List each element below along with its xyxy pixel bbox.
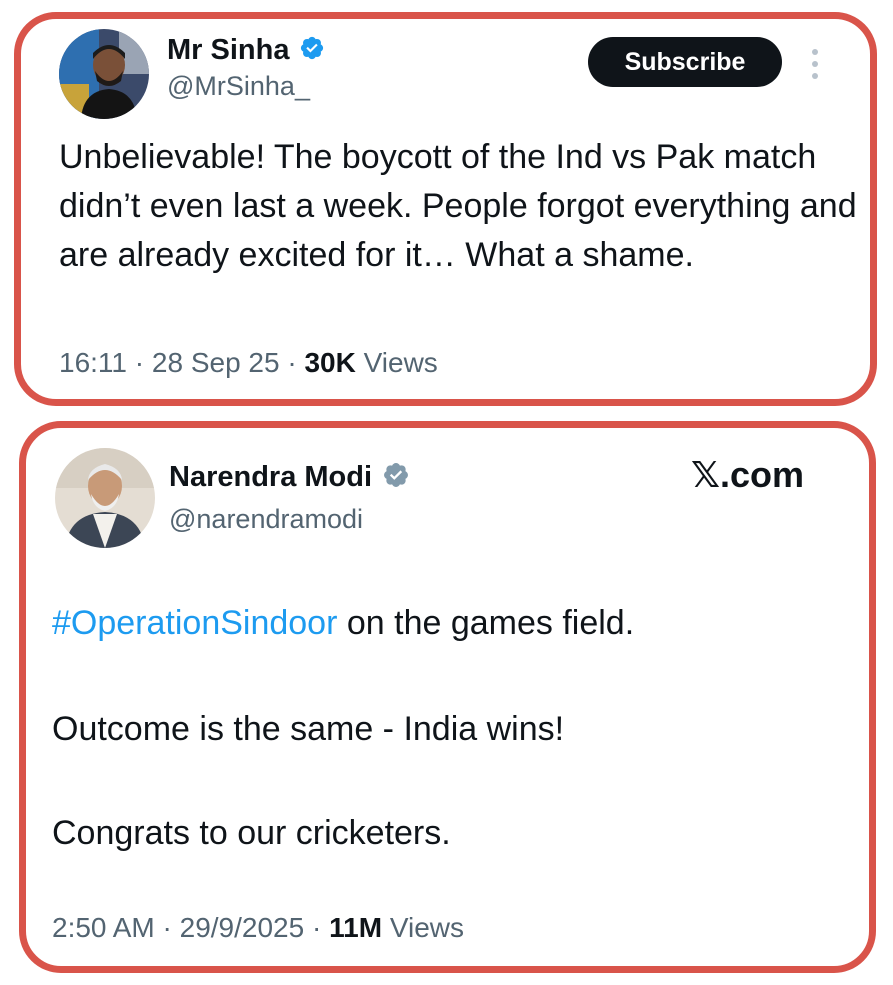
author-name[interactable]: Mr Sinha — [167, 34, 289, 67]
meta-separator: · — [134, 347, 152, 378]
more-options-icon[interactable] — [811, 47, 819, 81]
meta-separator: · — [287, 347, 305, 378]
verified-badge-icon — [382, 461, 410, 494]
tweet-line-2: Outcome is the same - India wins! — [52, 710, 565, 748]
tweet-meta: 2:50 AM · 29/9/2025 · 11M Views — [52, 912, 464, 944]
tweet-card-narendra-modi[interactable]: Narendra Modi @narendramodi 𝕏.com #Opera… — [19, 421, 876, 973]
avatar-mr-sinha[interactable] — [59, 29, 149, 119]
verified-badge-icon — [299, 35, 325, 66]
tweet-line-1-text: on the games field. — [337, 604, 635, 642]
views-label: Views — [363, 347, 438, 378]
meta-separator: · — [162, 912, 180, 943]
tweet-text: Unbelievable! The boycott of the Ind vs … — [59, 138, 857, 274]
hashtag-link[interactable]: #OperationSindoor — [52, 604, 337, 642]
views-count: 30K — [304, 347, 356, 378]
tweet-card-mr-sinha[interactable]: Mr Sinha @MrSinha_ Subscribe Unbelievabl… — [14, 12, 877, 406]
meta-separator: · — [311, 912, 330, 943]
x-com-watermark: 𝕏.com — [691, 454, 804, 496]
tweet-line-1: #OperationSindoor on the games field. — [52, 604, 634, 643]
subscribe-button[interactable]: Subscribe — [588, 37, 782, 87]
tweet-meta: 16:11 · 28 Sep 25 · 30K Views — [59, 347, 438, 379]
views-label: Views — [389, 912, 464, 943]
tweet-time[interactable]: 16:11 — [59, 347, 127, 378]
author-handle[interactable]: @MrSinha_ — [167, 71, 310, 102]
tweet-date[interactable]: 28 Sep 25 — [152, 347, 280, 378]
tweet-line-3: Congrats to our cricketers. — [52, 814, 451, 852]
author-handle[interactable]: @narendramodi — [169, 504, 363, 535]
author-name[interactable]: Narendra Modi — [169, 461, 372, 494]
tweet-date[interactable]: 29/9/2025 — [180, 912, 305, 943]
views-count: 11M — [329, 912, 383, 943]
x-logo-text: 𝕏.com — [691, 454, 805, 495]
avatar-narendra-modi[interactable] — [55, 448, 155, 548]
tweet-time[interactable]: 2:50 AM — [52, 912, 155, 943]
